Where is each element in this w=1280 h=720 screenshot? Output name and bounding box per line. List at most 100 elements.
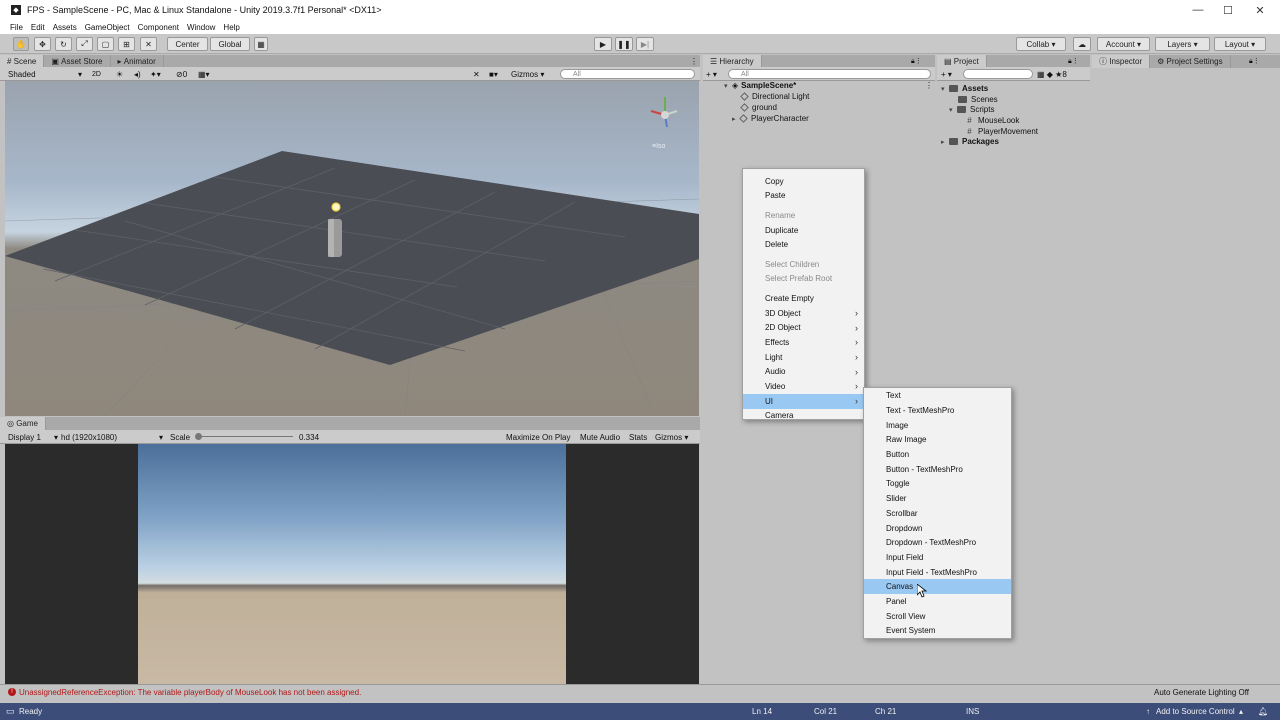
panel-menu-icon[interactable]: ⋮ <box>690 57 698 66</box>
collapse-arrow-icon[interactable]: ▾ <box>949 106 957 114</box>
project-lock-icon[interactable]: 🔒︎⋮ <box>1068 57 1079 66</box>
hierarchy-scene-row[interactable]: ▾ ◈ SampleScene* <box>724 80 796 91</box>
grid-toggle-icon[interactable]: ▦▾ <box>198 68 210 80</box>
menu-item-delete[interactable]: Delete <box>743 237 864 252</box>
add-to-source-control-button[interactable]: Add to Source Control <box>1156 707 1235 716</box>
submenu-item-dropdown[interactable]: Dropdown <box>864 521 1011 536</box>
tab-inspector[interactable]: ⓘ Inspector <box>1092 55 1151 68</box>
gizmos-dropdown[interactable]: Gizmos ▾ <box>511 68 544 80</box>
hierarchy-search-input[interactable]: All <box>728 69 931 79</box>
hierarchy-item-ground[interactable]: ground <box>740 102 777 113</box>
add-to-source-control-icon[interactable]: ↑ <box>1146 707 1150 716</box>
project-packages-folder[interactable]: ▸ Packages <box>941 136 999 147</box>
console-status-bar[interactable]: ! UnassignedReferenceException: The vari… <box>0 684 1280 699</box>
game-viewport[interactable] <box>5 444 699 684</box>
submenu-item-event-system[interactable]: Event System <box>864 624 1011 639</box>
collab-button[interactable]: Collab ▾ <box>1016 37 1066 51</box>
pause-button[interactable]: ❚❚ <box>615 37 633 51</box>
submenu-item-image[interactable]: Image <box>864 418 1011 433</box>
menu-item-light[interactable]: Light › <box>743 350 864 365</box>
submenu-item-text-tmp[interactable]: Text - TextMeshPro <box>864 403 1011 418</box>
source-control-arrow-icon[interactable]: ▴ <box>1239 707 1243 716</box>
submenu-item-button-tmp[interactable]: Button - TextMeshPro <box>864 462 1011 477</box>
hierarchy-create-button[interactable]: + ▾ <box>706 68 717 80</box>
project-search-input[interactable] <box>963 69 1033 79</box>
menu-item-copy[interactable]: Copy <box>743 174 864 189</box>
menu-item-audio[interactable]: Audio › <box>743 364 864 379</box>
scale-slider-thumb[interactable] <box>195 433 202 440</box>
account-dropdown[interactable]: Account ▾ <box>1097 37 1150 51</box>
menu-item-2d-object[interactable]: 2D Object › <box>743 320 864 335</box>
tab-project-settings[interactable]: ⚙ Project Settings <box>1150 55 1231 68</box>
submenu-item-scroll-view[interactable]: Scroll View <box>864 609 1011 624</box>
rect-tool-icon[interactable]: ▢ <box>97 37 114 51</box>
menu-item-3d-object[interactable]: 3D Object › <box>743 306 864 321</box>
submenu-item-canvas[interactable]: Canvas <box>864 579 1011 595</box>
camera-settings-icon[interactable]: ■▾ <box>489 68 498 80</box>
hidden-objects-toggle[interactable]: ⊘ 0 <box>176 68 187 80</box>
inspector-lock-icon[interactable]: 🔒︎⋮ <box>1249 57 1260 66</box>
menu-item-ui[interactable]: UI › <box>743 393 864 409</box>
menu-item-select-children[interactable]: Select Children <box>743 257 864 272</box>
menu-file[interactable]: File <box>0 23 27 32</box>
submenu-item-input-field-tmp[interactable]: Input Field - TextMeshPro <box>864 565 1011 580</box>
scale-slider[interactable] <box>198 436 293 437</box>
project-create-button[interactable]: + ▾ <box>941 68 952 80</box>
effects-toggle-icon[interactable]: ✦▾ <box>150 68 161 80</box>
submenu-item-slider[interactable]: Slider <box>864 491 1011 506</box>
menu-window[interactable]: Window <box>183 23 219 32</box>
play-button[interactable]: ▶ <box>594 37 612 51</box>
minimize-button[interactable]: — <box>1182 0 1214 20</box>
submenu-item-button[interactable]: Button <box>864 447 1011 462</box>
orientation-gizmo[interactable] <box>650 97 678 128</box>
snap-icon[interactable]: ▦ <box>254 37 268 51</box>
scale-tool-icon[interactable]: ⤢ <box>76 37 93 51</box>
display-dropdown[interactable]: Display 1 ▾ <box>8 431 58 443</box>
projection-label[interactable]: ≡Iso <box>652 143 665 150</box>
collapse-arrow-icon[interactable]: ▾ <box>941 85 949 93</box>
console-error-message[interactable]: UnassignedReferenceException: The variab… <box>19 688 361 697</box>
scene-search-input[interactable]: All <box>560 69 695 79</box>
project-script-mouselook[interactable]: # MouseLook <box>965 115 1019 126</box>
move-tool-icon[interactable]: ✥ <box>34 37 51 51</box>
menu-item-rename[interactable]: Rename <box>743 208 864 223</box>
menu-assets[interactable]: Assets <box>49 23 81 32</box>
scene-menu-icon[interactable]: ⋮ <box>925 81 933 90</box>
mode-2d-toggle[interactable]: 2D <box>92 68 101 80</box>
layout-dropdown[interactable]: Layout ▾ <box>1214 37 1266 51</box>
menu-edit[interactable]: Edit <box>27 23 49 32</box>
rotate-tool-icon[interactable]: ↻ <box>55 37 72 51</box>
expand-arrow-icon[interactable]: ▸ <box>941 138 949 146</box>
lighting-toggle-icon[interactable]: ☀ <box>116 68 123 80</box>
menu-item-camera[interactable]: Camera <box>743 409 864 424</box>
transform-tool-icon[interactable]: ⊞ <box>118 37 135 51</box>
tab-game[interactable]: ◎ Game <box>0 417 46 430</box>
submenu-item-raw-image[interactable]: Raw Image <box>864 433 1011 448</box>
close-button[interactable]: ✕ <box>1244 0 1276 20</box>
submenu-item-input-field[interactable]: Input Field <box>864 550 1011 565</box>
hierarchy-item-directional-light[interactable]: Directional Light <box>740 91 809 102</box>
menu-gameobject[interactable]: GameObject <box>81 23 134 32</box>
tools-icon[interactable]: ✕ <box>473 68 480 80</box>
project-filter-icons[interactable]: ▦ ◆ ★ 8 <box>1037 68 1067 80</box>
menu-component[interactable]: Component <box>134 23 183 32</box>
menu-item-effects[interactable]: Effects › <box>743 335 864 350</box>
game-gizmos-dropdown[interactable]: Gizmos ▾ <box>655 431 688 443</box>
resolution-dropdown[interactable]: hd (1920x1080) ▾ <box>61 431 163 443</box>
hand-tool-icon[interactable]: ✋ <box>13 37 29 51</box>
submenu-item-panel[interactable]: Panel <box>864 594 1011 609</box>
maximize-on-play-toggle[interactable]: Maximize On Play <box>506 431 570 443</box>
menu-item-video[interactable]: Video › <box>743 379 864 394</box>
scene-viewport[interactable]: ≡Iso <box>5 81 699 416</box>
mute-audio-toggle[interactable]: Mute Audio <box>580 431 620 443</box>
step-button[interactable]: ▶| <box>636 37 654 51</box>
maximize-button[interactable]: ☐ <box>1212 0 1244 20</box>
submenu-item-scrollbar[interactable]: Scrollbar <box>864 506 1011 521</box>
shading-mode-dropdown[interactable]: Shaded ▾ <box>8 68 84 80</box>
menu-item-select-prefab-root[interactable]: Select Prefab Root <box>743 272 864 287</box>
menu-item-create-empty[interactable]: Create Empty <box>743 291 864 306</box>
menu-item-duplicate[interactable]: Duplicate <box>743 223 864 238</box>
cloud-icon[interactable]: ☁ <box>1073 37 1091 51</box>
pivot-global-toggle[interactable]: Global <box>210 37 250 51</box>
custom-tool-icon[interactable]: ✕ <box>140 37 157 51</box>
